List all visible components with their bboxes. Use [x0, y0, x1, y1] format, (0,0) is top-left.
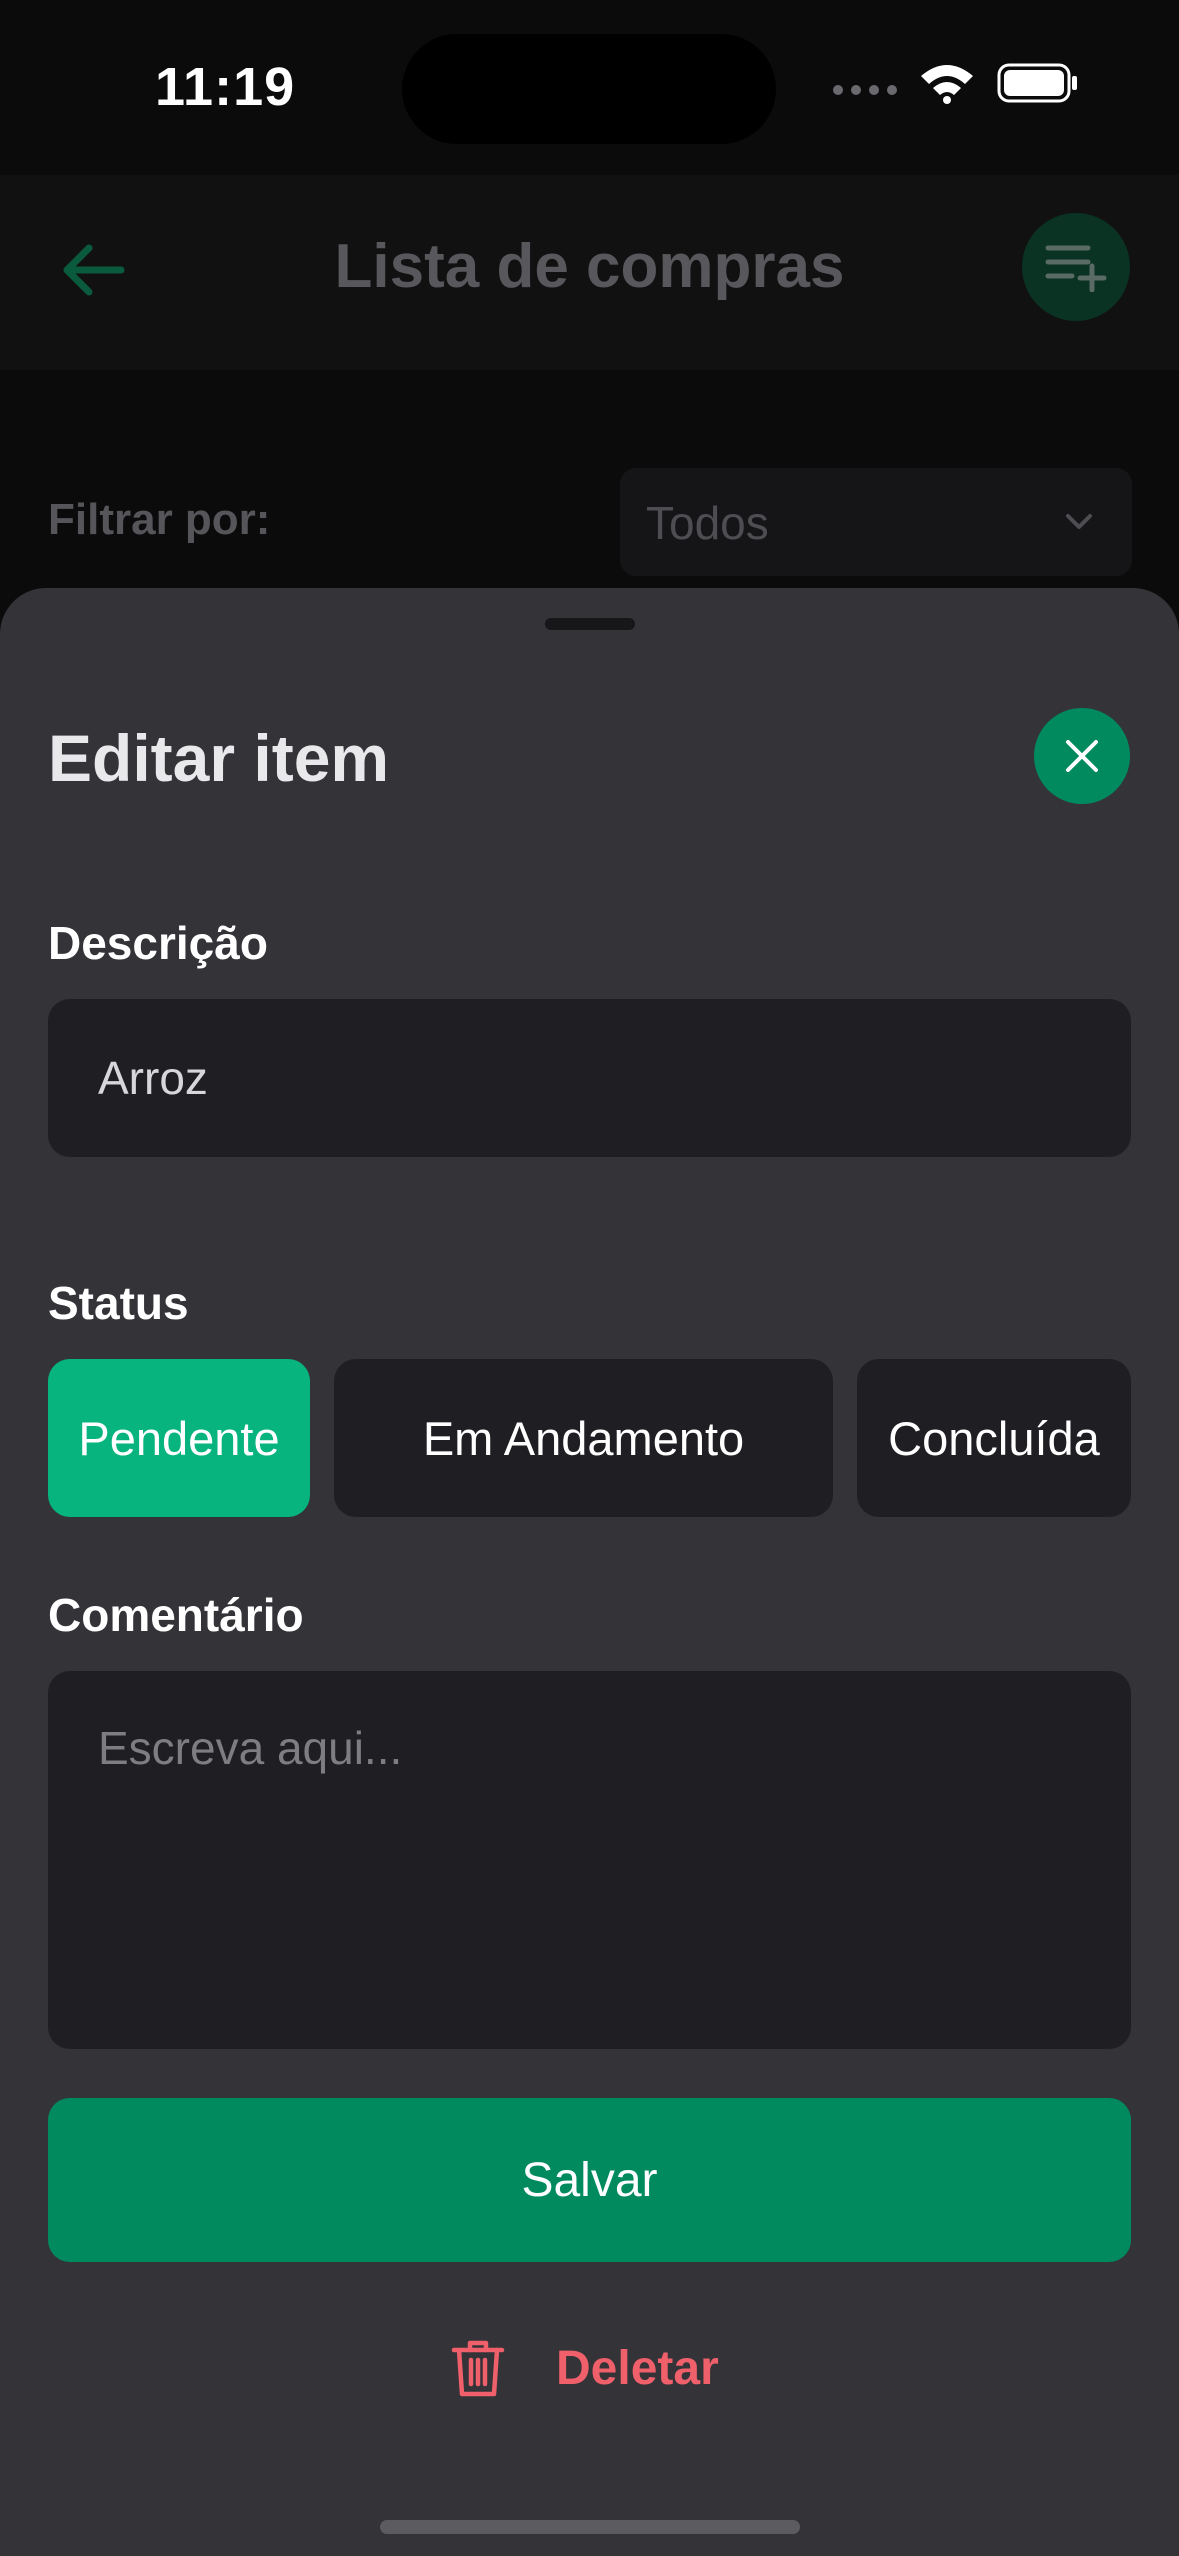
chevron-down-icon — [1066, 514, 1092, 529]
status-option-em-andamento[interactable]: Em Andamento — [334, 1359, 833, 1517]
close-button[interactable] — [1034, 708, 1130, 804]
status-icons — [833, 62, 1079, 104]
status-option-concluida[interactable]: Concluída — [857, 1359, 1131, 1517]
wifi-icon — [921, 65, 973, 104]
status-label: Status — [48, 1277, 189, 1329]
home-indicator — [380, 2520, 800, 2534]
app-header: Lista de compras — [0, 175, 1179, 370]
status-bar: 11:19 — [0, 0, 1179, 175]
filter-select[interactable]: Todos — [620, 468, 1132, 576]
comment-label: Comentário — [48, 1589, 304, 1641]
delete-button[interactable]: Deletar — [450, 2318, 719, 2418]
filter-label: Filtrar por: — [48, 495, 271, 544]
page-title: Lista de compras — [334, 232, 845, 301]
battery-icon — [997, 63, 1077, 103]
dynamic-island — [402, 34, 776, 144]
filter-select-value: Todos — [646, 497, 769, 549]
screen: Lista de compras Filtrar por: Todos 11:1… — [0, 0, 1179, 2556]
comment-input[interactable] — [48, 1671, 1131, 2049]
description-label: Descrição — [48, 917, 268, 969]
status-option-pendente[interactable]: Pendente — [48, 1359, 310, 1517]
playlist-add-icon — [1045, 245, 1107, 292]
filter-row: Filtrar por: Todos — [0, 370, 1179, 590]
edit-item-sheet: Editar item Descrição Status Pendente Em… — [0, 588, 1179, 2556]
trash-icon — [451, 2340, 505, 2397]
description-input[interactable] — [48, 999, 1131, 1157]
cellular-signal-icon — [833, 85, 897, 95]
delete-label: Deletar — [556, 2341, 719, 2395]
add-list-button[interactable] — [1022, 213, 1130, 321]
close-icon — [1066, 740, 1098, 772]
sheet-title: Editar item — [48, 721, 390, 795]
sheet-grabber[interactable] — [545, 618, 635, 630]
status-time: 11:19 — [155, 57, 296, 117]
save-button[interactable]: Salvar — [48, 2098, 1131, 2262]
